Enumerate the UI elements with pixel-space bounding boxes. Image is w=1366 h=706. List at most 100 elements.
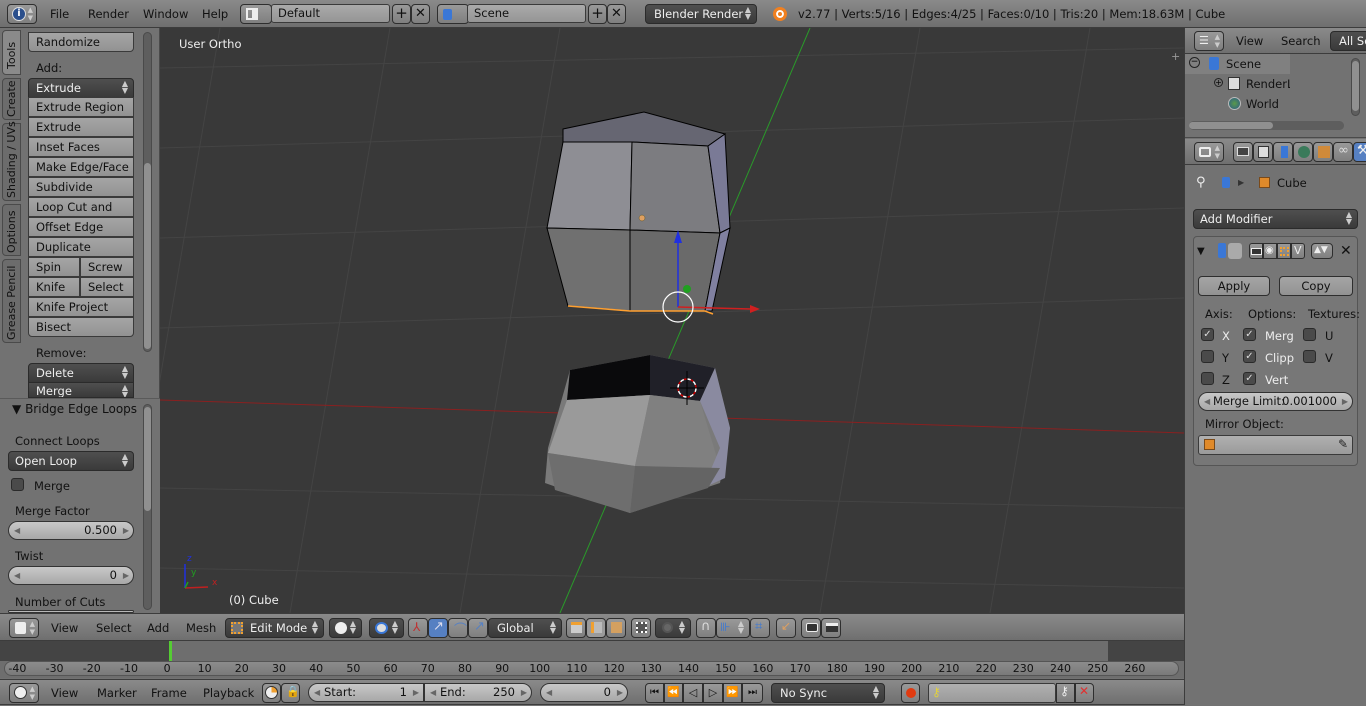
extrude-region-button[interactable]: Extrude Region [28,97,134,117]
timeline-menu-frame[interactable]: Frame [151,680,187,706]
editor-type-properties-button[interactable]: ▲ ▼ [1194,142,1224,162]
tab-scene[interactable] [1273,142,1293,162]
face-select-mode-button[interactable] [606,618,626,638]
render-animation-button[interactable] [821,618,841,638]
tab-constraints[interactable]: ∞ [1333,142,1353,162]
select-button[interactable]: Select [80,277,134,297]
snap-toggle[interactable]: ∩ [696,618,716,638]
merge-limit-field[interactable]: ◀ Merge Limit: 0.001000 ▶ [1198,392,1353,411]
menu-render[interactable]: Render [88,0,129,28]
remove-modifier-close-icon[interactable]: ✕ [1340,243,1352,259]
merge-checkbox[interactable] [11,478,24,491]
editor-type-info-button[interactable]: i ▲ ▼ [7,4,37,24]
opengl-render-button[interactable]: ↙ [776,618,796,638]
connect-loops-select[interactable]: Open Loop ▲ ▼ [8,451,134,471]
viewport-shading-select[interactable]: ▲ ▼ [329,618,362,638]
tab-options[interactable]: Options [2,204,21,256]
snap-element-select[interactable]: ⊪ ▲ ▼ [716,618,750,638]
delete-layout-button[interactable]: ✕ [411,4,430,24]
add-scene-button[interactable]: + [588,4,607,24]
editor-type-3dview-button[interactable]: ▲ ▼ [9,618,39,638]
mirror-object-field[interactable]: ✎ [1198,435,1353,455]
modifier-viewport-toggle[interactable]: ◉ [1263,243,1277,259]
modifier-render-toggle[interactable] [1249,243,1263,259]
operator-panel-header[interactable]: ▼ Bridge Edge Loops [12,402,137,416]
screen-layout-field[interactable]: Default [271,4,390,23]
limit-selection-visible-button[interactable] [631,618,651,638]
outliner-vscrollbar[interactable] [1351,58,1360,116]
tab-tools[interactable]: Tools [2,30,21,75]
pivot-point-select[interactable]: ▲ ▼ [369,618,404,638]
collapse-triangle-icon[interactable]: ▼ [1197,246,1205,257]
render-engine-select[interactable]: Blender Render ▲ ▼ [645,4,757,24]
menu-help[interactable]: Help [202,0,228,28]
delete-scene-button[interactable]: ✕ [607,4,626,24]
modifier-editmode-toggle[interactable] [1277,243,1291,259]
modifier-name-field[interactable] [1228,243,1242,259]
manipulator-toggle[interactable]: ⅄ [408,618,428,638]
merge-option-checkbox[interactable]: ✓ [1243,328,1256,341]
loop-cut-slide-button[interactable]: Loop Cut and Slide [28,197,134,232]
timeline-menu-view[interactable]: View [51,680,78,706]
current-frame-field[interactable]: ◀ 0 ▶ [540,683,628,702]
snap-target-button[interactable]: ⌗ [750,618,770,638]
outliner-menu-search[interactable]: Search [1281,28,1321,54]
delete-keyframe-button[interactable]: ✕ [1075,683,1094,703]
outliner-hscrollbar[interactable] [1189,121,1344,130]
scene-selector-button[interactable] [437,4,469,24]
play-reverse-button[interactable]: ◁ [683,683,703,703]
jump-to-keyframe-next-button[interactable]: ⏩ [723,683,742,703]
texture-v-checkbox[interactable] [1303,350,1316,363]
merge-select[interactable]: Merge ▲ ▼ [28,382,134,398]
mode-select[interactable]: Edit Mode ▲ ▼ [225,618,324,638]
apply-button[interactable]: Apply [1198,276,1270,296]
screw-button[interactable]: Screw [80,257,134,277]
duplicate-button[interactable]: Duplicate [28,237,134,257]
merge-factor-field[interactable]: ◀ 0.500 ▶ [8,521,134,540]
tab-create[interactable]: Create [2,78,21,120]
viewport-menu-add[interactable]: Add [147,614,169,642]
lock-range-toggle[interactable]: 🔒 [281,683,300,703]
sync-mode-select[interactable]: No Sync ▲ ▼ [771,683,885,703]
jump-to-end-button[interactable]: ⏭ [742,683,763,703]
add-region-icon[interactable]: + [1171,50,1180,63]
timeline-area[interactable] [0,641,1184,678]
tab-render[interactable] [1233,142,1253,162]
axis-y-checkbox[interactable] [1201,350,1214,363]
extrude-select[interactable]: Extrude ▲ ▼ [28,78,134,98]
viewport-menu-view[interactable]: View [51,614,78,642]
end-frame-field[interactable]: ◀ End: 250 ▶ [424,683,532,702]
translate-manipulator-button[interactable]: ↗ [428,618,448,638]
axis-x-checkbox[interactable]: ✓ [1201,328,1214,341]
render-image-button[interactable] [801,618,821,638]
subdivide-button[interactable]: Subdivide [28,177,134,197]
add-modifier-select[interactable]: Add Modifier ▲ ▼ [1193,209,1358,229]
editor-type-outliner-button[interactable]: ☰ ▲ ▼ [1194,31,1224,51]
menu-file[interactable]: File [50,0,69,28]
scale-manipulator-button[interactable]: ↗ [468,618,488,638]
operator-panel-scrollbar[interactable] [143,404,152,610]
viewport-menu-mesh[interactable]: Mesh [186,614,216,642]
jump-to-start-button[interactable]: ⏮ [645,683,664,703]
transform-orientation-select[interactable]: Global ▲ ▼ [488,618,562,638]
auto-keyframe-record-button[interactable] [901,683,920,703]
knife-button[interactable]: Knife [28,277,80,297]
current-frame-marker[interactable] [169,641,172,661]
outliner-row-renderlayers[interactable]: + RenderLayers [1185,74,1290,94]
expand-plus-icon[interactable]: + [1214,78,1223,87]
extrude-individual-button[interactable]: Extrude Individual [28,117,134,152]
screen-layout-button[interactable] [240,4,272,24]
tab-render-layers[interactable] [1253,142,1273,162]
editor-type-timeline-button[interactable]: ▲ ▼ [9,683,39,703]
timeline-menu-playback[interactable]: Playback [203,680,254,706]
viewport-menu-select[interactable]: Select [96,614,131,642]
viewport-3d[interactable]: User Ortho z y x (0) Cube + [160,28,1184,613]
twist-field[interactable]: ◀ 0 ▶ [8,566,134,585]
preview-range-toggle[interactable] [262,683,281,703]
outliner-row-scene[interactable]: − Scene [1185,54,1290,74]
tab-grease-pencil[interactable]: Grease Pencil [2,259,21,343]
axis-z-checkbox[interactable] [1201,372,1214,385]
eyedropper-icon[interactable]: ✎ [1338,436,1348,453]
proportional-editing-select[interactable]: ▲ ▼ [655,618,691,638]
tab-object[interactable] [1313,142,1333,162]
